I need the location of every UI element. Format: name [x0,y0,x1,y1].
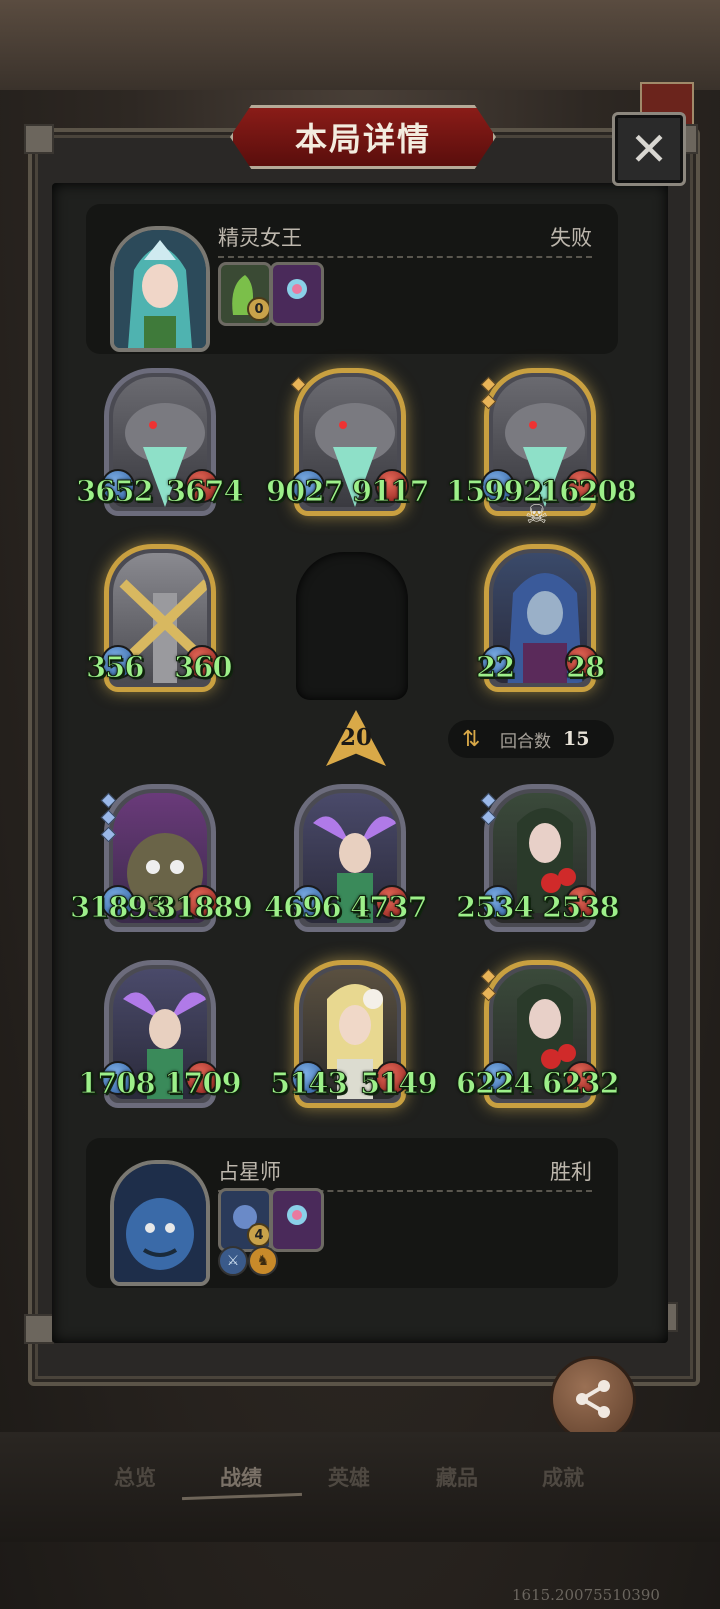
empty-board-slot [296,552,408,700]
unit-health: 1709 [164,1066,243,1101]
unit-attack: 2534 [456,890,535,925]
unit-attack: 1708 [78,1066,157,1101]
opponent-player-card: 精灵女王 失败 0 [86,204,618,354]
unit-health: 2538 [542,890,621,925]
panel-corner [24,124,54,154]
close-icon: ✕ [629,122,669,176]
potion-icon [287,279,307,299]
nav-achievements[interactable]: 成就 [542,1462,584,1492]
unit-health: 360 [174,650,234,685]
unit-attack: 5143 [270,1066,349,1101]
nav-records[interactable]: 战绩 [220,1462,262,1492]
round-label: 回合数 [500,731,551,752]
nav-overview[interactable]: 总览 [114,1462,156,1492]
player-name: 占星师 [218,1160,281,1184]
title-banner: 本局详情 [230,105,496,169]
opponent-name: 精灵女王 [218,226,302,250]
unit-health: 4737 [350,890,429,925]
round-counter: ⇅ 回合数 15 [448,720,614,758]
unit-health: 6232 [542,1066,621,1101]
player-card: 占星师 胜利 4 ⚔ ♞ [86,1138,618,1288]
turn-number: 20 [339,724,372,751]
close-button[interactable]: ✕ [612,112,686,186]
unit-health: 9117 [352,474,431,509]
unit-health: 31889 [156,890,254,925]
hero-power-slot[interactable]: 4 [218,1188,272,1252]
unit-attack: 22 [475,650,515,685]
slot-counter: 4 [247,1223,269,1247]
astrologer-portrait-icon [114,1164,206,1282]
unit-attack: 6224 [456,1066,535,1101]
player-avatar[interactable] [110,1160,210,1286]
trinket-slot[interactable] [270,262,324,326]
unit-attack: 15992 [446,474,544,509]
player-result: 胜利 [550,1160,592,1184]
unit-health: 28 [565,650,605,685]
unit-attack: 4696 [264,890,343,925]
unit-attack: 356 [86,650,146,685]
page-title: 本局详情 [294,120,431,158]
hero-power-slot[interactable]: 0 [218,262,272,326]
version-text: 1615.20075510390 [512,1586,660,1604]
unit-health: 5149 [360,1066,439,1101]
divider [218,256,592,258]
sword-icon[interactable]: ⚔ [218,1246,248,1276]
round-value: 15 [563,728,590,750]
unit-attack: 3652 [76,474,155,509]
share-button[interactable] [550,1356,636,1442]
opponent-avatar[interactable] [110,226,210,352]
swap-arrows-icon: ⇅ [462,726,481,752]
background-top [0,0,720,90]
nav-collection[interactable]: 藏品 [436,1462,478,1492]
nav-heroes[interactable]: 英雄 [328,1462,370,1492]
potion-icon [287,1205,307,1225]
unit-attack: 9027 [266,474,345,509]
panel-corner [24,1314,54,1344]
unit-health: 16208 [540,474,638,509]
horse-icon[interactable]: ♞ [248,1246,278,1276]
share-icon [576,1380,610,1418]
elf-queen-portrait-icon [114,230,206,348]
slot-counter: 0 [247,297,269,321]
opponent-result: 失败 [550,226,592,250]
trinket-slot[interactable] [270,1188,324,1252]
unit-attack: 31893 [70,890,168,925]
unit-health: 3674 [166,474,245,509]
